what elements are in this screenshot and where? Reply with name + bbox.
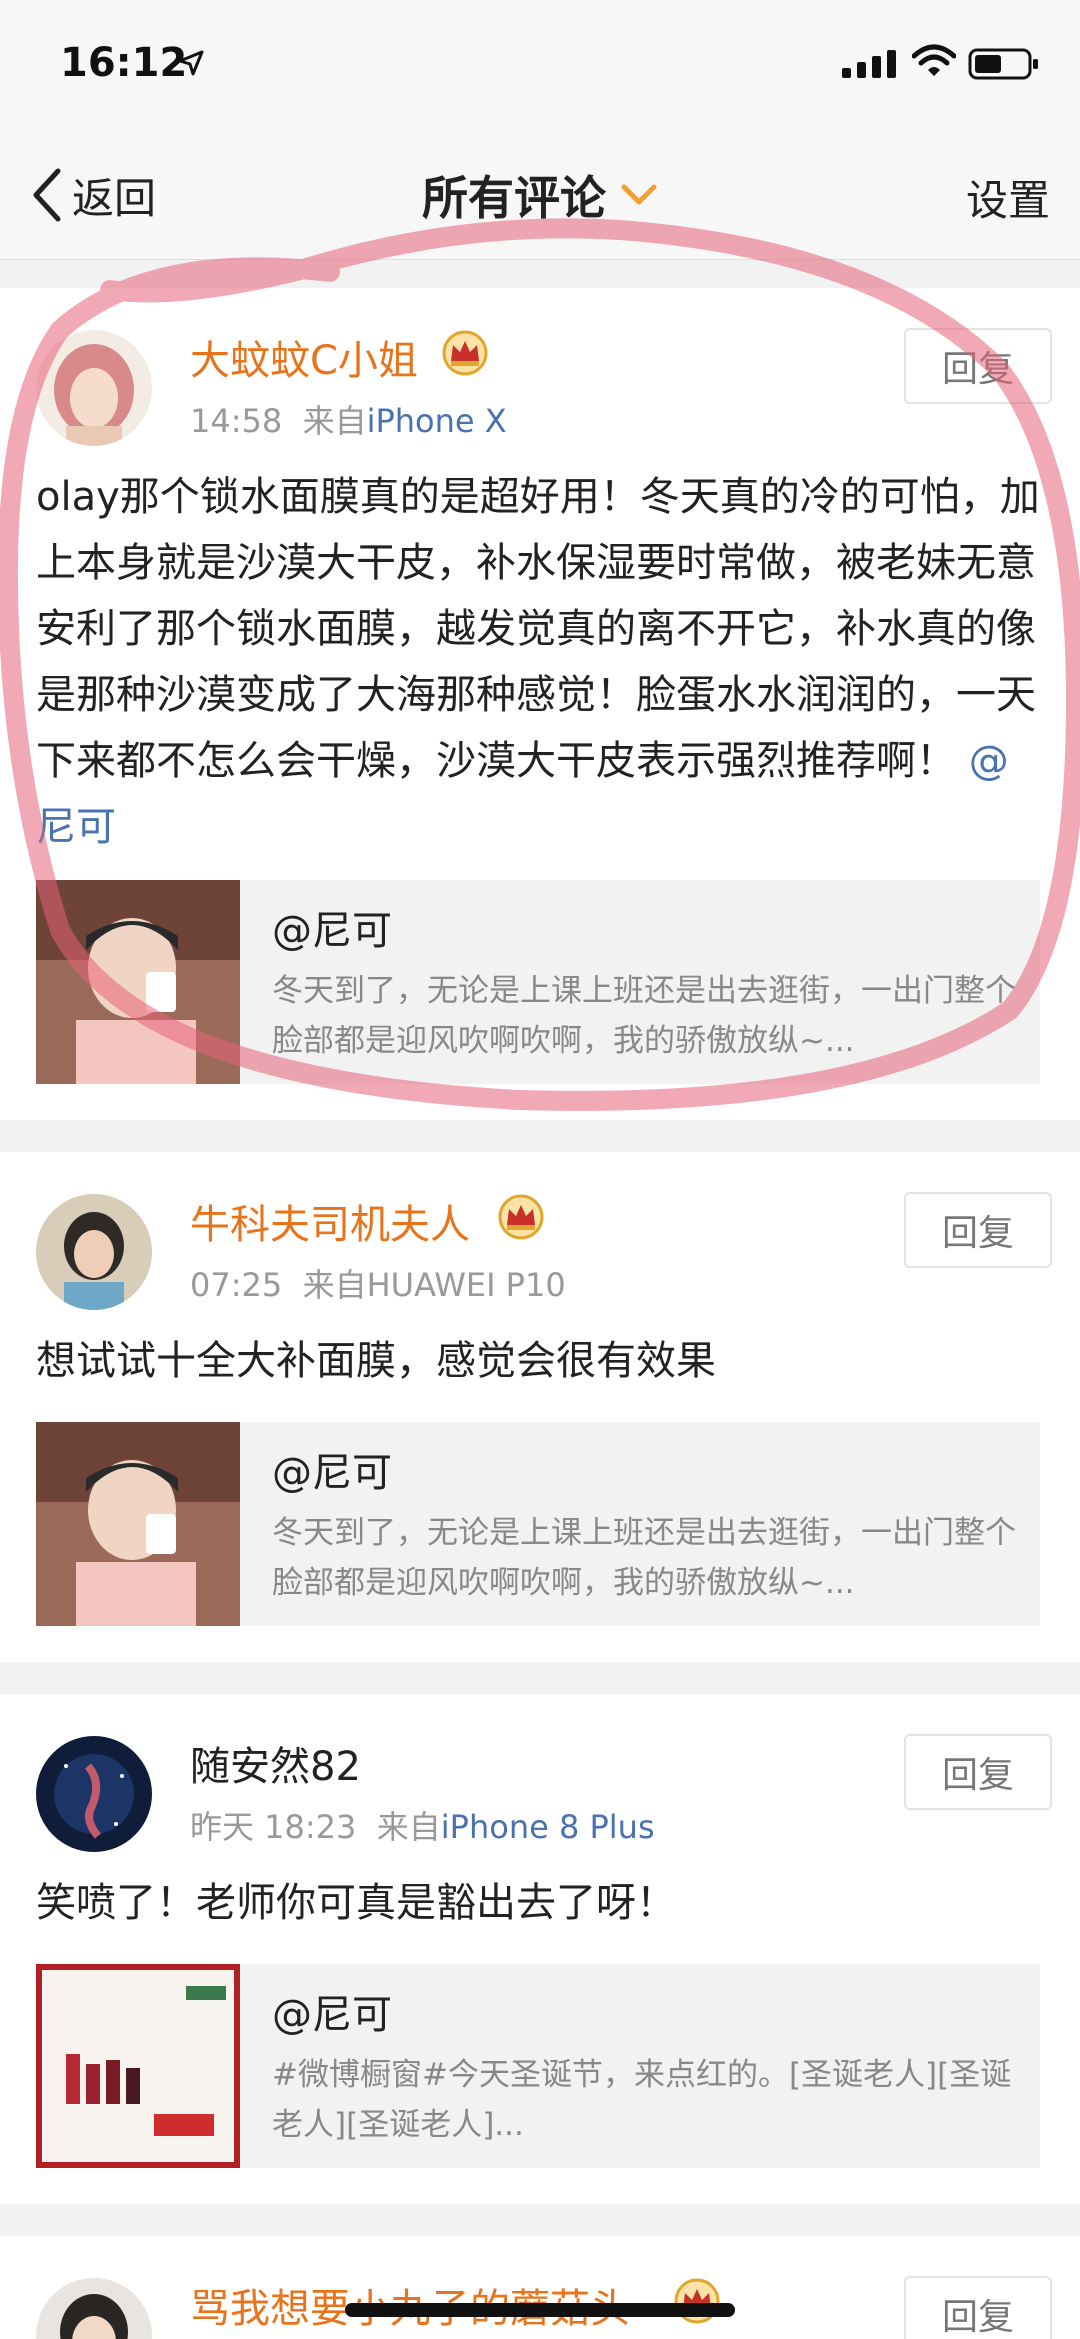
comment-item: 骂我想要小丸子的蘑菇头 回复 [0, 2236, 1080, 2339]
quoted-text: 冬天到了，无论是上课上班还是出去逛街，一出门整个脸部都是迎风吹啊吹啊，我的骄傲放… [272, 973, 1016, 1059]
comment-item: 随安然82 昨天 18:23 来自iPhone 8 Plus 回复 笑喷了！老师… [0, 1694, 1080, 2204]
comment-body: olay那个锁水面膜真的是超好用！冬天真的冷的可怕，加上本身就是沙漠大干皮，补水… [36, 474, 1040, 784]
page-title: 所有评论 [422, 171, 606, 225]
vip-crown-icon [674, 2278, 720, 2324]
reply-button[interactable]: 回复 [904, 2276, 1052, 2339]
quoted-post[interactable]: @尼可 #微博橱窗#今天圣诞节，来点红的。[圣诞老人][圣诞老人][圣诞老人].… [36, 1964, 1040, 2168]
comment-filter-dropdown[interactable]: 所有评论 [0, 160, 1080, 230]
quoted-author: @尼可 [272, 1992, 392, 2038]
quoted-post-thumbnail [36, 1964, 240, 2168]
location-arrow-icon [178, 50, 204, 76]
wifi-icon [912, 44, 956, 76]
comment-meta: 昨天 18:23 来自iPhone 8 Plus [190, 1802, 655, 1848]
quoted-text: #微博橱窗#今天圣诞节，来点红的。[圣诞老人][圣诞老人][圣诞老人]... [272, 2057, 1012, 2143]
username[interactable]: 牛科夫司机夫人 [190, 1192, 470, 1250]
comment-meta: 07:25 来自HUAWEI P10 [190, 1260, 566, 1306]
chevron-down-icon [621, 184, 657, 205]
reply-button[interactable]: 回复 [904, 328, 1052, 404]
comment-item: 大蚊蚊C小姐 14:58 来自iPhone X 回复 olay那个锁水面膜真的是… [0, 288, 1080, 1120]
username[interactable]: 随安然82 [190, 1734, 361, 1792]
quoted-author: @尼可 [272, 908, 392, 954]
avatar[interactable] [36, 2278, 152, 2339]
source-prefix: 来自 [376, 1808, 441, 1846]
comment-item: 牛科夫司机夫人 07:25 来自HUAWEI P10 回复 想试试十全大补面膜，… [0, 1152, 1080, 1662]
username[interactable]: 大蚊蚊C小姐 [190, 328, 418, 386]
reply-button[interactable]: 回复 [904, 1734, 1052, 1810]
device-name[interactable]: iPhone X [367, 402, 507, 440]
settings-button[interactable]: 设置 [966, 162, 1050, 232]
comment-time: 07:25 [190, 1266, 283, 1304]
battery-icon [968, 48, 1038, 80]
comment-text: 想试试十全大补面膜，感觉会很有效果 [36, 1338, 716, 1384]
quoted-post-thumbnail [36, 880, 240, 1084]
source-prefix: 来自 [302, 402, 367, 440]
device-name[interactable]: iPhone 8 Plus [441, 1808, 655, 1846]
comment-text: 笑喷了！老师你可真是豁出去了呀！ [36, 1880, 676, 1926]
comment-time: 昨天 18:23 [190, 1808, 357, 1846]
nav-bar: 返回 所有评论 设置 [0, 130, 1080, 260]
reply-button[interactable]: 回复 [904, 1192, 1052, 1268]
home-indicator[interactable] [345, 2303, 735, 2317]
comment-meta: 14:58 来自iPhone X [190, 396, 507, 442]
vip-crown-icon [442, 330, 488, 376]
comment-time: 14:58 [190, 402, 283, 440]
avatar[interactable] [36, 1736, 152, 1852]
cellular-signal-icon [842, 50, 896, 78]
vip-crown-icon [498, 1194, 544, 1240]
avatar[interactable] [36, 330, 152, 446]
source-prefix: 来自 [302, 1266, 367, 1304]
status-time: 16:12 [60, 40, 188, 86]
comment-text: olay那个锁水面膜真的是超好用！冬天真的冷的可怕，加上本身就是沙漠大干皮，补水… [36, 464, 1040, 860]
quoted-post-thumbnail [36, 1422, 240, 1626]
avatar[interactable] [36, 1194, 152, 1310]
device-name: HUAWEI P10 [366, 1266, 566, 1304]
quoted-post[interactable]: @尼可 冬天到了，无论是上课上班还是出去逛街，一出门整个脸部都是迎风吹啊吹啊，我… [36, 880, 1040, 1084]
status-bar: 16:12 [0, 0, 1080, 130]
quoted-text: 冬天到了，无论是上课上班还是出去逛街，一出门整个脸部都是迎风吹啊吹啊，我的骄傲放… [272, 1515, 1016, 1601]
quoted-author: @尼可 [272, 1450, 392, 1496]
quoted-post[interactable]: @尼可 冬天到了，无论是上课上班还是出去逛街，一出门整个脸部都是迎风吹啊吹啊，我… [36, 1422, 1040, 1626]
